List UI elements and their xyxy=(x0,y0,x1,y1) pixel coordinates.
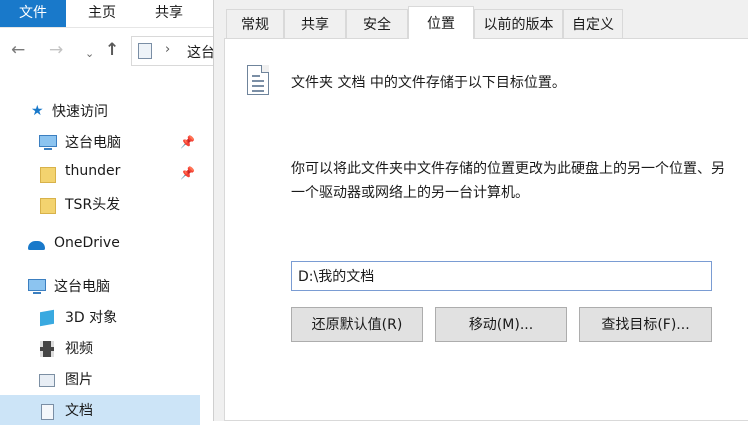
computer-icon xyxy=(28,279,46,294)
breadcrumb-item[interactable]: 这台 xyxy=(187,42,215,62)
location-path-input[interactable] xyxy=(291,261,712,291)
pin-icon[interactable]: 📌 xyxy=(180,135,195,149)
ribbon-tab-share[interactable]: 共享 xyxy=(140,0,198,27)
tab-general[interactable]: 常规 xyxy=(226,9,284,38)
nav-label: TSR头发 xyxy=(65,197,121,213)
properties-dialog: 常规 共享 安全 位置 以前的版本 自定义 文件夹 文档 中的文件存储于以下目标… xyxy=(213,0,748,421)
nav-quick-access[interactable]: ★ 快速访问 xyxy=(0,96,200,126)
file-explorer-window: 文件 主页 共享 ← → ⌄ ↑ › 这台 ★ 快速访问 这台电脑 📌 thun… xyxy=(0,0,233,425)
star-icon: ★ xyxy=(31,103,44,119)
nav-item-tsr[interactable]: TSR头发 xyxy=(0,189,200,219)
nav-label: thunder xyxy=(65,163,121,179)
tab-sharing[interactable]: 共享 xyxy=(284,9,346,38)
back-arrow-icon[interactable]: ← xyxy=(11,40,25,60)
pin-icon[interactable]: 📌 xyxy=(180,166,195,180)
move-button[interactable]: 移动(M)... xyxy=(435,307,567,342)
onedrive-cloud-icon xyxy=(28,241,45,250)
ribbon-tab-file[interactable]: 文件 xyxy=(0,0,66,27)
nav-item-videos[interactable]: 视频 xyxy=(0,333,200,363)
nav-label: 3D 对象 xyxy=(65,310,118,326)
breadcrumb-chevron-icon[interactable]: › xyxy=(165,42,170,57)
nav-item-thunder[interactable]: thunder 📌 xyxy=(0,158,200,188)
tab-location[interactable]: 位置 xyxy=(408,6,474,39)
tab-security[interactable]: 安全 xyxy=(346,9,408,38)
ribbon-tab-home[interactable]: 主页 xyxy=(74,0,130,27)
3d-objects-icon xyxy=(40,309,54,327)
document-location-icon xyxy=(138,43,152,59)
restore-default-button[interactable]: 还原默认值(R) xyxy=(291,307,423,342)
forward-arrow-icon[interactable]: → xyxy=(49,40,63,60)
video-icon xyxy=(40,341,54,357)
nav-item-this-pc-pinned[interactable]: 这台电脑 📌 xyxy=(0,127,200,157)
nav-label: 文档 xyxy=(65,403,93,419)
nav-label: 快速访问 xyxy=(52,104,108,120)
location-help-text: 你可以将此文件夹中文件存储的位置更改为此硬盘上的另一个位置、另一个驱动器或网络上… xyxy=(291,161,725,201)
find-target-button[interactable]: 查找目标(F)... xyxy=(579,307,712,342)
ribbon-tabs: 文件 主页 共享 xyxy=(0,0,215,28)
recent-locations-chevron-icon[interactable]: ⌄ xyxy=(85,44,94,64)
nav-label: 图片 xyxy=(65,372,93,388)
tab-previous-versions[interactable]: 以前的版本 xyxy=(474,9,563,38)
computer-icon xyxy=(39,135,57,150)
location-description: 文件夹 文档 中的文件存储于以下目标位置。 xyxy=(291,75,566,91)
nav-onedrive[interactable]: OneDrive xyxy=(0,230,200,260)
nav-label: OneDrive xyxy=(54,235,120,251)
nav-this-pc[interactable]: 这台电脑 xyxy=(0,271,200,301)
nav-item-pictures[interactable]: 图片 xyxy=(0,364,200,394)
folder-icon xyxy=(40,198,56,214)
up-arrow-icon[interactable]: ↑ xyxy=(105,40,119,60)
address-bar-row: ← → ⌄ ↑ › 这台 xyxy=(0,32,233,70)
documents-folder-icon xyxy=(247,65,269,95)
location-tab-panel: 文件夹 文档 中的文件存储于以下目标位置。 你可以将此文件夹中文件存储的位置更改… xyxy=(224,38,748,421)
documents-icon xyxy=(41,404,54,420)
nav-item-3d-objects[interactable]: 3D 对象 xyxy=(0,302,200,332)
nav-label: 这台电脑 xyxy=(54,279,110,295)
pictures-icon xyxy=(39,374,55,387)
nav-label: 这台电脑 xyxy=(65,135,121,151)
tab-customize[interactable]: 自定义 xyxy=(563,9,623,38)
folder-icon xyxy=(40,167,56,183)
nav-label: 视频 xyxy=(65,341,93,357)
